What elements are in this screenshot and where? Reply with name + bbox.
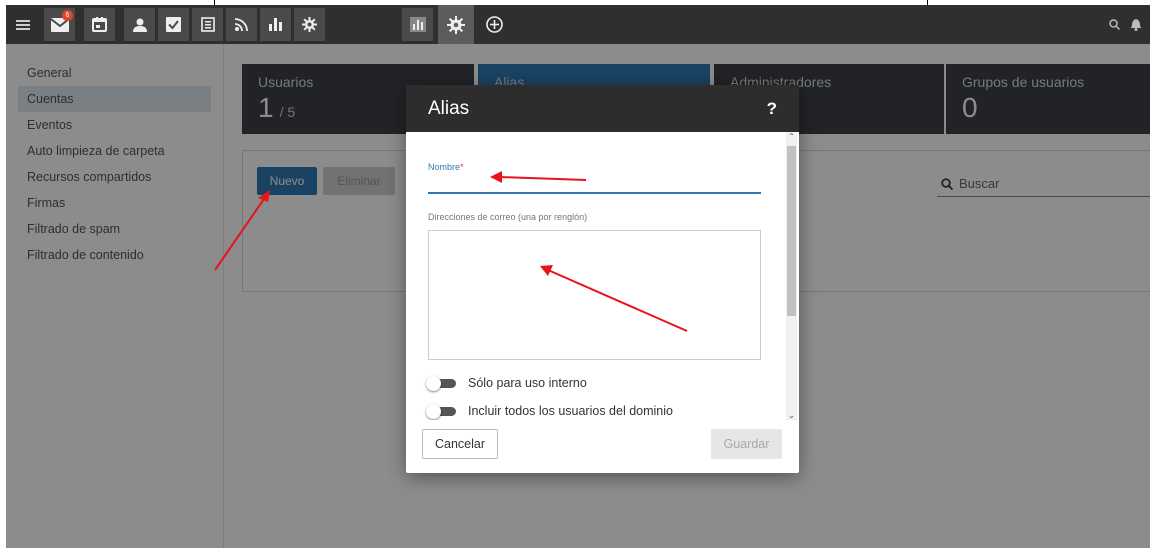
menu-icon[interactable] — [10, 5, 36, 44]
mail-badge: 6 — [62, 10, 73, 21]
help-button[interactable]: ? — [767, 99, 777, 119]
contacts-icon[interactable] — [124, 8, 155, 41]
dialog-body: Nombre* Direcciones de correo (una por r… — [406, 132, 799, 420]
reports-icon[interactable] — [260, 8, 291, 41]
dialog-header: Alias ? — [406, 85, 799, 132]
calendar-icon[interactable] — [84, 8, 115, 41]
notes-icon[interactable] — [192, 8, 223, 41]
scroll-down-icon[interactable]: ⌄ — [786, 411, 797, 420]
domain-settings-icon[interactable] — [438, 5, 474, 44]
cancel-button[interactable]: Cancelar — [422, 429, 498, 459]
alias-dialog: Alias ? Nombre* Direcciones de correo (u… — [406, 85, 799, 473]
name-input-underline — [428, 192, 761, 194]
internal-only-toggle[interactable] — [426, 376, 456, 391]
name-input[interactable] — [428, 174, 761, 192]
bell-icon[interactable] — [1126, 5, 1146, 44]
required-mark: * — [460, 162, 464, 172]
internal-only-label: Sólo para uso interno — [468, 376, 587, 390]
dialog-title: Alias — [428, 97, 470, 119]
domain-stats-icon[interactable] — [402, 8, 433, 41]
mail-icon[interactable]: 6 — [44, 8, 75, 41]
rss-icon[interactable] — [226, 8, 257, 41]
internal-only-toggle-row[interactable]: Sólo para uso interno — [426, 373, 587, 393]
dialog-footer: Cancelar Guardar — [406, 420, 799, 473]
settings-icon[interactable] — [294, 8, 325, 41]
addresses-label: Direcciones de correo (una por renglón) — [428, 212, 588, 222]
scroll-up-icon[interactable]: ⌃ — [786, 132, 797, 141]
scrollbar-thumb[interactable] — [787, 146, 796, 316]
dialog-scrollbar[interactable]: ⌃ ⌄ — [786, 132, 797, 420]
name-label: Nombre* — [428, 162, 464, 172]
all-users-toggle[interactable] — [426, 404, 456, 419]
top-toolbar: 6 — [6, 5, 1150, 44]
all-users-toggle-row[interactable]: Incluir todos los usuarios del dominio — [426, 401, 673, 420]
all-users-label: Incluir todos los usuarios del dominio — [468, 404, 673, 418]
add-icon[interactable] — [476, 5, 512, 44]
addresses-textarea[interactable] — [428, 230, 761, 360]
search-icon[interactable] — [1104, 5, 1124, 44]
tasks-icon[interactable] — [158, 8, 189, 41]
save-button[interactable]: Guardar — [711, 429, 782, 459]
